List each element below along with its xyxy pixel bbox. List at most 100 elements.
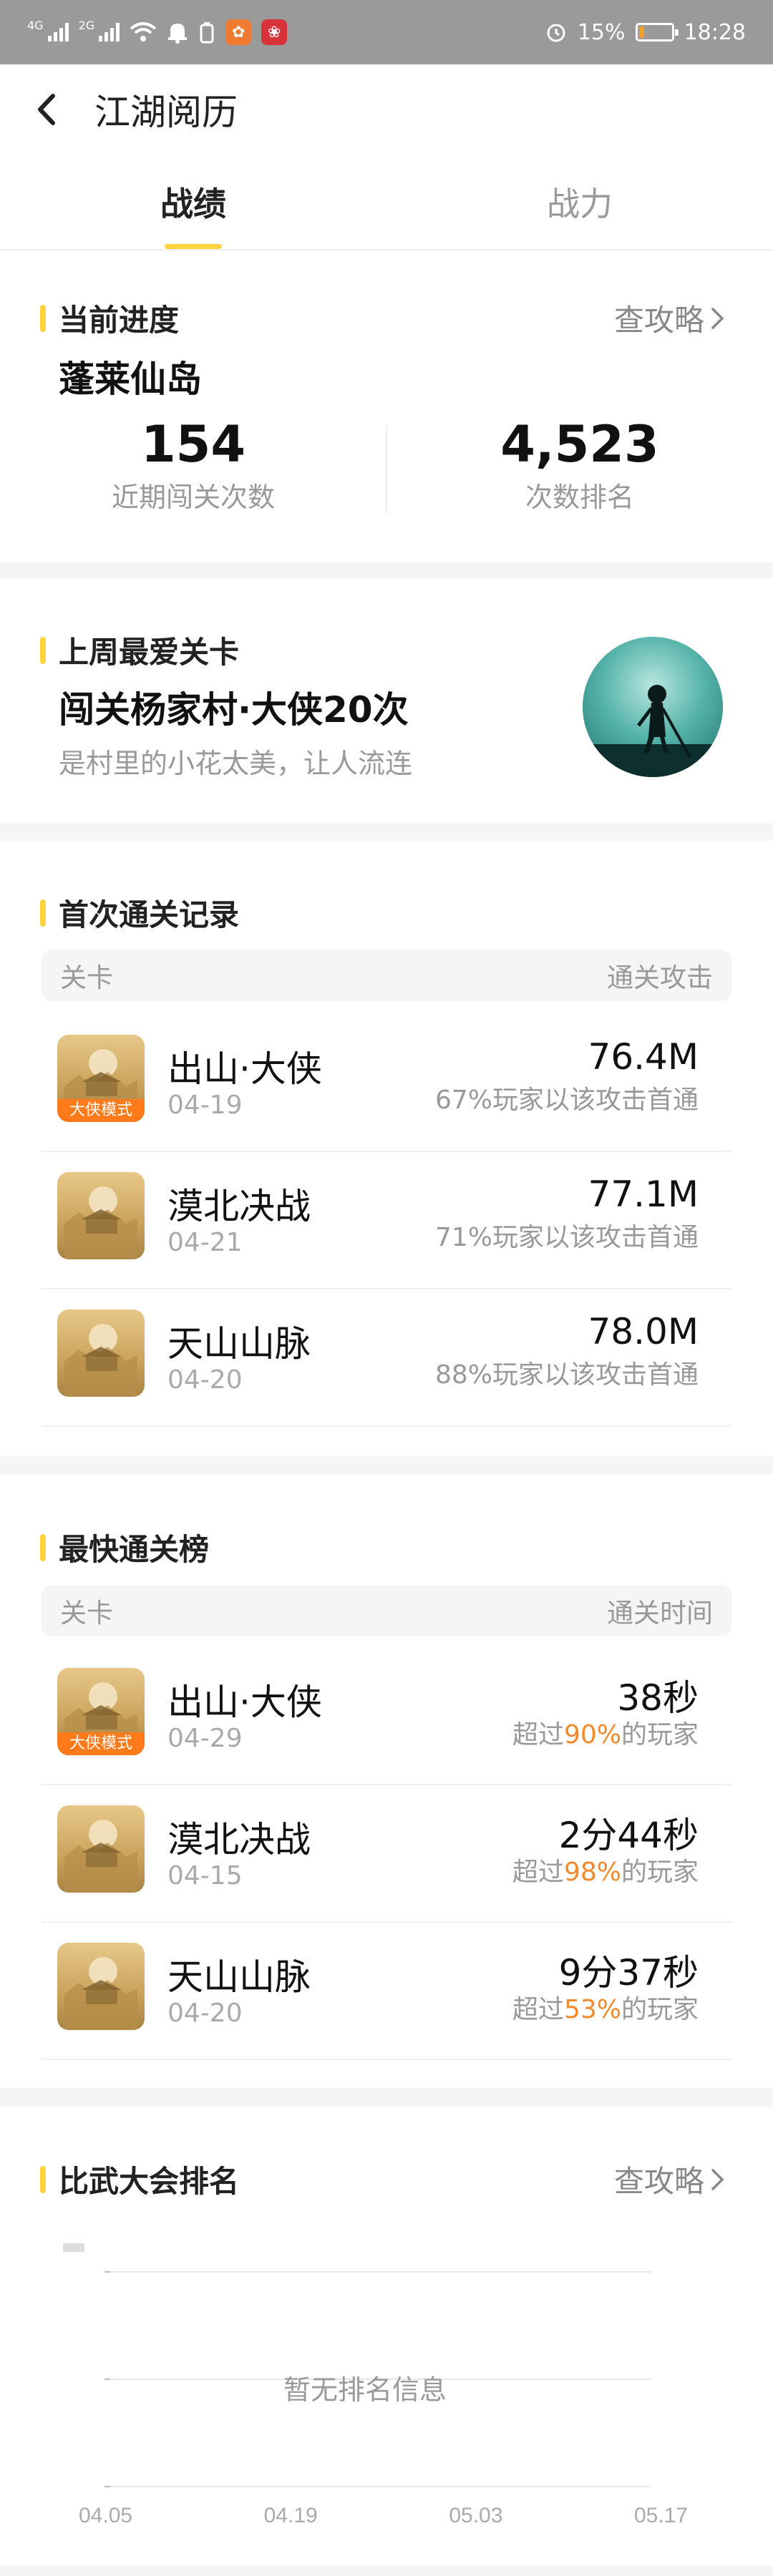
section-marker (40, 1533, 46, 1561)
stage-note: 67%玩家以该攻击首通 (434, 1085, 699, 1115)
stage-name: 天山山脉 (167, 1323, 311, 1365)
empty-state-text: 暂无排名信息 (283, 2374, 447, 2406)
tab-power-label: 战力 (547, 185, 613, 223)
stage-row[interactable]: 天山山脉 04-20 9分37秒 超过53%的玩家 (42, 1924, 731, 2060)
stage-note: 超过98%的玩家 (398, 1853, 699, 1893)
stage-name: 漠北决战 (167, 1819, 311, 1860)
column-header-attack: 通关攻击 (607, 962, 713, 993)
ranking-title: 比武大会排名 (59, 2164, 240, 2199)
stage-art (64, 1186, 137, 1259)
stage-row[interactable]: 漠北决战 04-15 2分44秒 超过98%的玩家 (42, 1787, 731, 1923)
percentile-value: 90% (563, 1720, 621, 1750)
stage-thumbnail: 大侠模式 (57, 1668, 145, 1755)
alarm-icon (547, 24, 565, 42)
section-marker (40, 304, 46, 332)
status-right: 15% 18:28 (545, 20, 746, 45)
clear-time: 2分44秒 (558, 1815, 699, 1856)
status-bar: 4G 2G ✿ ❀ 15% 18:28 (0, 0, 773, 64)
x-tick-label: 04.05 (79, 2504, 132, 2527)
favorite-subtitle: 是村里的小花太美，让人流连 (59, 748, 413, 779)
first-clear-title: 首次通关记录 (59, 897, 240, 932)
mode-badge: 大侠模式 (57, 1099, 145, 1122)
power-save-icon (200, 22, 214, 44)
favorite-stage-image (583, 637, 723, 777)
stat-rank-label: 次数排名 (525, 482, 634, 513)
signal-icon (47, 23, 69, 42)
x-tick-label: 05.17 (634, 2504, 688, 2527)
fastest-title: 最快通关榜 (59, 1532, 210, 1567)
x-tick-label: 05.03 (449, 2504, 502, 2527)
stat-clears: 154 近期闯关次数 (0, 415, 386, 514)
stage-row[interactable]: 天山山脉 04-20 78.0M 88%玩家以该攻击首通 (42, 1291, 731, 1427)
stage-date: 04-19 (167, 1091, 243, 1120)
stage-thumbnail (57, 1309, 145, 1397)
attack-value: 77.1M (588, 1174, 699, 1215)
mode-badge: 大侠模式 (57, 1732, 145, 1755)
stage-note: 88%玩家以该攻击首通 (434, 1360, 699, 1390)
favorite-title: 上周最爱关卡 (59, 635, 240, 670)
app-notification-icon: ✿ (225, 19, 252, 45)
stage-row[interactable]: 漠北决战 04-21 77.1M 71%玩家以该攻击首通 (42, 1153, 731, 1289)
ranking-card: 比武大会排名 查攻略 04.05 04.19 05.03 05.17 暂无排名信息 (0, 2107, 773, 2565)
fastest-header: 最快通关榜 (40, 1526, 209, 1569)
chevron-left-icon (38, 93, 55, 125)
stage-thumbnail (57, 1805, 145, 1893)
favorite-headline: 闯关杨家村·大侠20次 (59, 689, 409, 731)
stage-thumbnail (57, 1943, 145, 2030)
stage-art (64, 1324, 137, 1397)
tab-power[interactable]: 战力 (386, 154, 773, 249)
guide-link[interactable]: 查攻略 (614, 296, 726, 340)
page-title: 江湖阅历 (94, 91, 238, 133)
note-suffix: 的玩家 (621, 1858, 699, 1887)
tab-record[interactable]: 战绩 (0, 154, 386, 249)
stage-name: 漠北决战 (167, 1186, 311, 1227)
percentile-value: 53% (563, 1995, 621, 2024)
chevron-right-icon (711, 307, 724, 329)
battery-icon (635, 23, 679, 42)
stage-row[interactable]: 大侠模式 出山·大侠 04-19 76.4M 67%玩家以该攻击首通 (42, 1016, 731, 1152)
back-button[interactable] (0, 64, 93, 154)
attack-value: 76.4M (588, 1036, 699, 1078)
stage-row[interactable]: 大侠模式 出山·大侠 04-29 38秒 超过90%的玩家 (42, 1649, 731, 1785)
stage-art (64, 1820, 137, 1893)
network-type-2: 2G (78, 18, 95, 32)
ranking-chart-svg: 04.05 04.19 05.03 05.17 暂无排名信息 (63, 2243, 688, 2527)
favorite-header: 上周最爱关卡 (40, 628, 239, 672)
swordsman-silhouette (583, 685, 723, 777)
note-prefix: 超过 (512, 1858, 564, 1887)
ranking-guide-link[interactable]: 查攻略 (614, 2157, 726, 2201)
ranking-guide-label: 查攻略 (613, 2164, 704, 2199)
status-left: 4G 2G ✿ ❀ (27, 18, 288, 45)
favorite-card: 上周最爱关卡 闯关杨家村·大侠20次 是村里的小花太美，让人流连 (0, 578, 773, 823)
section-marker (40, 2165, 46, 2193)
percentile-value: 98% (563, 1858, 621, 1887)
note-suffix: 的玩家 (621, 1995, 699, 2024)
stage-name: 天山山脉 (167, 1956, 311, 1998)
progress-header: 当前进度 (40, 296, 179, 340)
stage-thumbnail: 大侠模式 (57, 1035, 145, 1122)
fastest-card: 最快通关榜 关卡 通关时间 大侠模式 出山·大侠 04-29 38秒 超过90%的玩家漠… (0, 1474, 773, 2088)
stage-date: 04-20 (167, 1999, 243, 2028)
network-type-1: 4G (27, 18, 44, 32)
note-prefix: 超过 (512, 1720, 564, 1750)
stage-name: 出山·大侠 (167, 1048, 322, 1090)
clear-time: 38秒 (617, 1677, 699, 1719)
stage-note: 超过90%的玩家 (398, 1715, 699, 1755)
section-marker (40, 899, 46, 927)
attack-value: 78.0M (588, 1311, 699, 1352)
ranking-header: 比武大会排名 (40, 2157, 239, 2201)
tab-active-indicator (165, 244, 222, 249)
table-header: 关卡 通关时间 (42, 1585, 731, 1636)
battery-percent: 15% (577, 19, 626, 45)
stage-note: 超过53%的玩家 (398, 1990, 699, 2030)
first-clear-header: 首次通关记录 (40, 891, 239, 935)
stage-thumbnail (57, 1172, 145, 1259)
clear-time: 9分37秒 (558, 1952, 699, 1994)
current-location: 蓬莱仙岛 (59, 358, 202, 400)
battery-level (638, 26, 644, 38)
chevron-right-icon (711, 2168, 724, 2190)
tab-record-label: 战绩 (160, 185, 226, 223)
y-axis-placeholder (63, 2243, 84, 2252)
huawei-app-icon: ❀ (261, 19, 288, 45)
stat-rank-value: 4,523 (500, 415, 659, 474)
